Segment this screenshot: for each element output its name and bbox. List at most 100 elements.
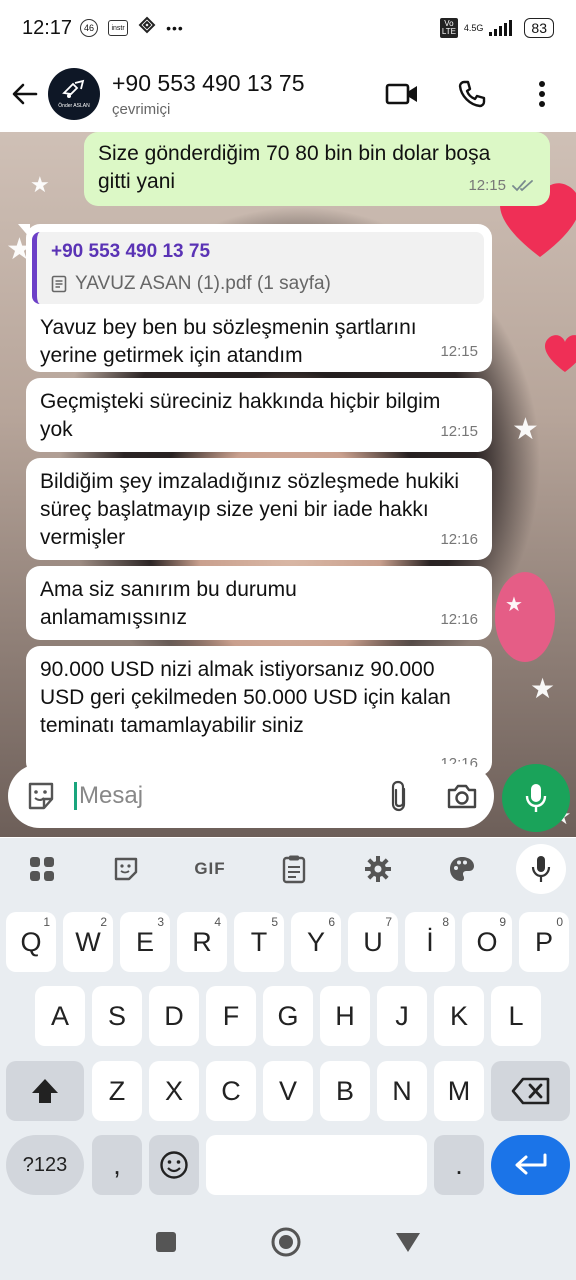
message-text: 90.000 USD nizi almak istiyorsanız 90.00…: [40, 658, 451, 737]
key-y[interactable]: Y6: [291, 912, 341, 972]
key-l[interactable]: L: [491, 986, 541, 1046]
clipboard-button[interactable]: [252, 838, 336, 900]
key-q[interactable]: Q1: [6, 912, 56, 972]
key-label: İ: [426, 926, 434, 957]
key-h[interactable]: H: [320, 986, 370, 1046]
key-i-dotted[interactable]: İ8: [405, 912, 455, 972]
key-label: T: [250, 926, 268, 957]
emoji-key[interactable]: [149, 1135, 199, 1195]
voice-call-button[interactable]: [452, 66, 492, 122]
home-button[interactable]: [270, 1226, 302, 1263]
backspace-key[interactable]: [491, 1061, 570, 1121]
key-r[interactable]: R4: [177, 912, 227, 972]
period-key[interactable]: .: [434, 1135, 484, 1195]
gif-button[interactable]: GIF: [168, 838, 252, 900]
keyboard-row-2: A S D F G H J K L: [0, 986, 576, 1046]
incoming-message[interactable]: Geçmişteki süreciniz hakkında hiçbir bil…: [26, 378, 492, 452]
key-label: P: [534, 926, 553, 957]
read-receipt-icon: [512, 180, 533, 192]
incoming-message[interactable]: 90.000 USD nizi almak istiyorsanız 90.00…: [26, 646, 492, 776]
message-text: Bildiğim şey imzaladığınız sözleşmede hu…: [40, 470, 460, 549]
recents-button[interactable]: [154, 1230, 178, 1259]
star-decoration-icon: ★: [505, 594, 523, 616]
emoji-icon: [160, 1151, 188, 1179]
microphone-icon: [525, 784, 547, 812]
message-time: 12:15: [468, 177, 506, 194]
back-button[interactable]: [2, 64, 48, 124]
key-d[interactable]: D: [149, 986, 199, 1046]
key-b[interactable]: B: [320, 1061, 370, 1121]
chat-header: Önder ASLAN +90 553 490 13 75 çevrimiçi: [0, 56, 576, 132]
contact-info[interactable]: +90 553 490 13 75 çevrimiçi: [112, 70, 305, 118]
key-p[interactable]: P0: [519, 912, 569, 972]
key-a[interactable]: A: [35, 986, 85, 1046]
notification-46-icon: 46: [80, 19, 99, 37]
camera-icon[interactable]: [446, 782, 478, 810]
star-decoration-icon: ★: [530, 673, 556, 704]
sticker-icon[interactable]: [24, 779, 58, 813]
heart-decoration-icon: [545, 335, 576, 372]
key-c[interactable]: C: [206, 1061, 256, 1121]
apps-grid-button[interactable]: [0, 838, 84, 900]
sticker-button[interactable]: [84, 838, 168, 900]
symbols-key[interactable]: ?123: [6, 1135, 84, 1195]
key-hint: 9: [499, 915, 506, 929]
enter-key[interactable]: [491, 1135, 570, 1195]
chat-area[interactable]: ★ ★ ★ ★ ★ ★ Size gönderdiğim 70 80 bin b…: [0, 132, 576, 837]
back-nav-button[interactable]: [394, 1230, 422, 1259]
key-label: Q: [20, 926, 42, 957]
video-call-button[interactable]: [382, 66, 422, 122]
key-s[interactable]: S: [92, 986, 142, 1046]
key-o[interactable]: O9: [462, 912, 512, 972]
document-icon: [51, 275, 67, 293]
key-u[interactable]: U7: [348, 912, 398, 972]
key-hint: 5: [271, 915, 278, 929]
key-hint: 6: [328, 915, 335, 929]
key-k[interactable]: K: [434, 986, 484, 1046]
quoted-file-name: YAVUZ ASAN (1).pdf (1 sayfa): [75, 273, 331, 294]
keyboard-toolbar: GIF: [0, 838, 576, 900]
microphone-icon: [531, 856, 551, 882]
star-decoration-icon: ★: [30, 172, 50, 197]
key-v[interactable]: V: [263, 1061, 313, 1121]
key-f[interactable]: F: [206, 986, 256, 1046]
composer: Mesaj: [0, 760, 576, 838]
key-x[interactable]: X: [149, 1061, 199, 1121]
shift-key[interactable]: [6, 1061, 84, 1121]
keyboard-row-4: ?123 , .: [0, 1135, 576, 1195]
key-m[interactable]: M: [434, 1061, 484, 1121]
quoted-message[interactable]: +90 553 490 13 75 YAVUZ ASAN (1).pdf (1 …: [32, 232, 484, 304]
incoming-message[interactable]: Bildiğim şey imzaladığınız sözleşmede hu…: [26, 458, 492, 560]
key-hint: 8: [442, 915, 449, 929]
attach-icon[interactable]: [388, 779, 410, 813]
outgoing-message[interactable]: Size gönderdiğim 70 80 bin bin dolar boş…: [84, 132, 550, 206]
back-arrow-icon: [12, 83, 38, 105]
shift-icon: [32, 1079, 58, 1103]
key-label: E: [135, 926, 154, 957]
key-e[interactable]: E3: [120, 912, 170, 972]
key-w[interactable]: W2: [63, 912, 113, 972]
phone-icon: [458, 80, 486, 108]
incoming-message[interactable]: +90 553 490 13 75 YAVUZ ASAN (1).pdf (1 …: [18, 224, 492, 372]
key-g[interactable]: G: [263, 986, 313, 1046]
incoming-message[interactable]: Ama siz sanırım bu durumu anlamamışsınız…: [26, 566, 492, 640]
comma-key[interactable]: ,: [92, 1135, 142, 1195]
key-z[interactable]: Z: [92, 1061, 142, 1121]
more-options-button[interactable]: [522, 66, 562, 122]
key-n[interactable]: N: [377, 1061, 427, 1121]
avatar-text: Önder ASLAN: [58, 103, 90, 109]
space-key[interactable]: [206, 1135, 427, 1195]
settings-button[interactable]: [336, 838, 420, 900]
message-text: Size gönderdiğim 70 80 bin bin dolar boş…: [98, 142, 491, 193]
message-input[interactable]: Mesaj: [8, 764, 494, 828]
star-decoration-icon: ★: [512, 413, 539, 446]
key-j[interactable]: J: [377, 986, 427, 1046]
theme-button[interactable]: [420, 838, 504, 900]
triangle-back-icon: [396, 1232, 420, 1252]
contact-avatar[interactable]: Önder ASLAN: [48, 68, 100, 120]
voice-typing-button[interactable]: [516, 844, 566, 894]
voice-message-button[interactable]: [502, 764, 570, 832]
volte-icon: Vo LTE: [439, 18, 458, 38]
message-text: Geçmişteki süreciniz hakkında hiçbir bil…: [40, 390, 441, 441]
key-t[interactable]: T5: [234, 912, 284, 972]
